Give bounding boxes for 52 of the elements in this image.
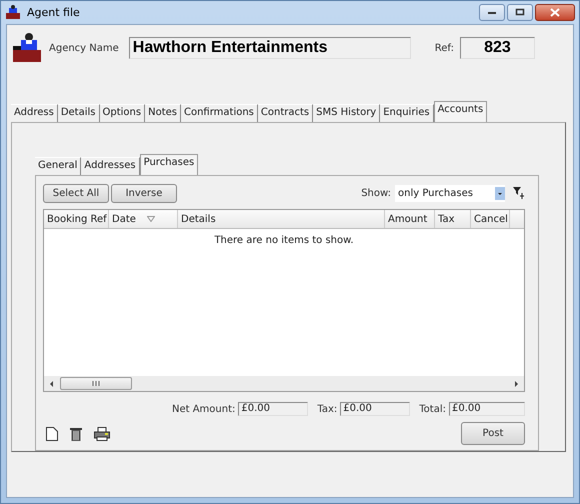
column-header[interactable]: Details	[178, 210, 385, 228]
trash-icon[interactable]	[70, 426, 82, 440]
post-button[interactable]: Post	[461, 422, 525, 445]
tab[interactable]: Addresses	[81, 157, 140, 175]
tab[interactable]: Accounts	[434, 101, 488, 122]
total-field[interactable]: £0.00	[449, 402, 525, 416]
scroll-left-icon[interactable]	[48, 380, 56, 388]
caret-icon[interactable]	[495, 186, 505, 200]
desk-person-icon	[11, 32, 43, 64]
tab[interactable]: Contracts	[258, 104, 314, 122]
column-header[interactable]: Cancel	[471, 210, 510, 228]
tab[interactable]: Purchases	[140, 154, 198, 175]
tab[interactable]: Enquiries	[380, 104, 434, 122]
maximize-icon	[515, 8, 525, 16]
close-icon	[550, 8, 560, 16]
minimize-icon	[487, 9, 497, 15]
window-title: Agent file	[27, 6, 80, 18]
empty-message: There are no items to show.	[214, 235, 354, 248]
total-field[interactable]: £0.00	[340, 402, 410, 416]
printer-icon[interactable]	[94, 426, 110, 440]
total-label: Net Amount:	[172, 404, 236, 414]
column-header[interactable]: Tax	[435, 210, 471, 228]
filter-icon[interactable]	[513, 187, 525, 199]
ref-field[interactable]: 823	[460, 37, 535, 59]
tab[interactable]: Notes	[145, 104, 181, 122]
tab[interactable]: Address	[11, 104, 58, 122]
sort-arrow-icon	[147, 216, 155, 222]
show-dropdown[interactable]: only Purchases	[395, 184, 505, 202]
total-label: Tax:	[317, 404, 338, 414]
horizontal-scrollbar[interactable]	[44, 376, 524, 391]
agency-name-label: Agency Name	[49, 42, 119, 54]
new-document-icon[interactable]	[46, 426, 58, 440]
tab[interactable]: Details	[58, 104, 100, 122]
tab[interactable]: General	[35, 157, 82, 175]
minimize-button[interactable]	[479, 4, 505, 20]
desk-person-icon	[5, 5, 21, 19]
show-label: Show:	[361, 188, 391, 198]
total-label: Total:	[419, 404, 446, 414]
ref-label: Ref:	[434, 42, 454, 54]
maximize-button[interactable]	[507, 4, 533, 20]
tab[interactable]: Confirmations	[180, 104, 258, 122]
agency-name-field[interactable]: Hawthorn Entertainments	[128, 37, 411, 59]
column-header[interactable]: Date	[109, 210, 178, 228]
inverse-button[interactable]: Inverse	[111, 184, 177, 202]
tab[interactable]: SMS History	[313, 104, 380, 122]
column-header[interactable]: Amount	[385, 210, 435, 228]
grip-icon	[92, 381, 100, 386]
select-all-button[interactable]: Select All	[43, 184, 109, 202]
tab[interactable]: Options	[100, 104, 146, 122]
close-button[interactable]	[535, 4, 575, 20]
scroll-right-icon[interactable]	[512, 380, 520, 388]
total-field[interactable]: £0.00	[238, 402, 308, 416]
